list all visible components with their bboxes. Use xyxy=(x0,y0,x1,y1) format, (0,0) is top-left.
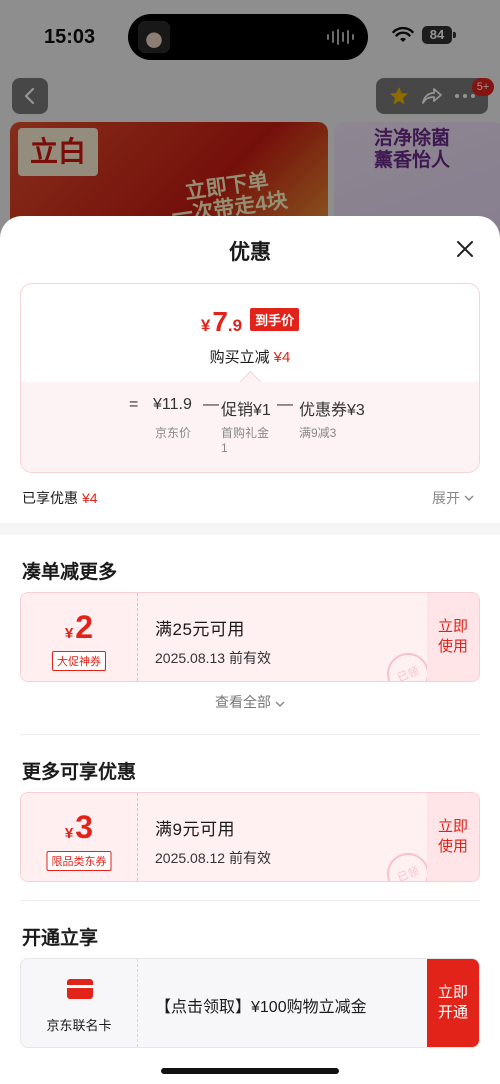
jd-price: ¥11.9 xyxy=(153,396,192,413)
view-all-label: 查看全部 xyxy=(215,694,272,710)
activate-button-line-2: 开通 xyxy=(437,1004,468,1021)
coupon-amount-number: 2 xyxy=(75,609,94,645)
coupon-condition: 满9元可用 xyxy=(155,820,235,839)
close-button[interactable] xyxy=(452,236,478,262)
view-all-button[interactable]: 查看全部 xyxy=(0,692,500,712)
coupon-note: 满9减3 xyxy=(299,426,337,440)
coupon-type-tag: 大促神券 xyxy=(52,651,106,671)
use-button-line-1: 立即 xyxy=(437,818,468,835)
sheet-title: 优惠 xyxy=(229,241,271,264)
instant-discount: 购买立减 ¥4 xyxy=(21,346,479,367)
section-title-activate: 开通立享 xyxy=(22,928,99,949)
price-summary-card: ¥ 7 .9 到手价 购买立减 ¥4 = ¥11.9 — 促销¥1 — 优惠券¥3… xyxy=(20,283,480,473)
chevron-down-icon xyxy=(464,495,474,501)
coupon-discount: 优惠券¥3 xyxy=(299,402,365,419)
activate-button[interactable]: 立即 开通 xyxy=(427,959,479,1047)
coupon-amount: ¥3 xyxy=(21,809,137,846)
coupon-value-block: ¥2 大促神券 xyxy=(21,593,138,681)
instant-discount-label: 购买立减 xyxy=(209,349,270,366)
credit-card-icon xyxy=(67,979,93,999)
use-coupon-button[interactable]: 立即 使用 xyxy=(427,593,479,681)
price-integer: 7 xyxy=(212,306,228,337)
coupon-card-2: ¥3 限品类东券 满9元可用 2025.08.12 前有效 已领 立即 使用 xyxy=(20,792,480,882)
close-icon xyxy=(457,241,473,257)
card-name: 京东联名卡 xyxy=(46,1018,112,1033)
promo-note-line-1: 首购礼金 xyxy=(221,426,270,440)
jd-price-note: 京东价 xyxy=(155,426,192,440)
use-button-line-2: 使用 xyxy=(437,838,468,855)
coupon-currency: ¥ xyxy=(64,825,74,842)
cobrand-card-offer: 京东联名卡 【点击领取】¥100购物立减金 立即 开通 xyxy=(20,958,480,1048)
coupon-currency: ¥ xyxy=(64,625,74,642)
coupon-details: 满9元可用 2025.08.12 前有效 xyxy=(155,815,271,868)
divider xyxy=(20,900,480,901)
divider xyxy=(20,734,480,735)
use-button-line-2: 使用 xyxy=(437,638,468,655)
section-title-add-on: 凑单减更多 xyxy=(22,562,118,583)
chevron-down-icon xyxy=(275,701,285,707)
coupon-condition: 满25元可用 xyxy=(155,620,245,639)
coupon-type-tag: 限品类东券 xyxy=(46,851,112,871)
use-coupon-button[interactable]: 立即 使用 xyxy=(427,793,479,881)
expand-button[interactable]: 展开 xyxy=(432,488,474,508)
promo-discount: 促销¥1 xyxy=(221,402,271,419)
promo-note: 首购礼金 1 xyxy=(221,426,269,456)
coupon-details: 满25元可用 2025.08.13 前有效 xyxy=(155,615,271,668)
minus-sign-2: — xyxy=(277,396,293,413)
discount-sheet: 优惠 ¥ 7 .9 到手价 购买立减 ¥4 = ¥11.9 — 促销¥1 — 优惠… xyxy=(0,216,500,1084)
coupon-expiry: 2025.08.13 前有效 xyxy=(155,650,271,666)
enjoyed-discount: 已享优惠 ¥4 xyxy=(22,488,98,508)
minus-sign-1: — xyxy=(203,396,219,413)
equals-sign: = xyxy=(129,396,139,413)
currency-symbol: ¥ xyxy=(200,316,211,335)
price-decimal: .9 xyxy=(227,316,243,335)
coupon-amount-number: 3 xyxy=(75,809,94,845)
home-indicator[interactable] xyxy=(161,1068,339,1074)
final-price-tag: 到手价 xyxy=(250,308,300,331)
promo-note-line-2: 1 xyxy=(221,441,228,455)
card-brand-block: 京东联名卡 xyxy=(21,959,138,1047)
coupon-expiry: 2025.08.12 前有效 xyxy=(155,850,271,866)
section-separator xyxy=(0,523,500,535)
activate-button-line-1: 立即 xyxy=(437,984,468,1001)
coupon-card-1: ¥2 大促神券 满25元可用 2025.08.13 前有效 已领 立即 使用 xyxy=(20,592,480,682)
expand-label: 展开 xyxy=(432,490,460,506)
coupon-amount: ¥2 xyxy=(21,609,137,646)
card-offer-text: 【点击领取】¥100购物立减金 xyxy=(155,999,367,1016)
coupon-value-block: ¥3 限品类东券 xyxy=(21,793,138,881)
final-price-area: ¥ 7 .9 到手价 购买立减 ¥4 xyxy=(21,284,479,382)
final-price: ¥ 7 .9 到手价 xyxy=(21,306,479,338)
section-title-more-offers: 更多可享优惠 xyxy=(22,762,137,783)
enjoyed-discount-label: 已享优惠 xyxy=(22,490,78,506)
use-button-line-1: 立即 xyxy=(437,618,468,635)
instant-discount-value: ¥4 xyxy=(273,349,291,366)
enjoyed-discount-value: ¥4 xyxy=(82,490,98,506)
price-breakdown: = ¥11.9 — 促销¥1 — 优惠券¥3 京东价 首购礼金 1 满9减3 xyxy=(21,382,479,472)
